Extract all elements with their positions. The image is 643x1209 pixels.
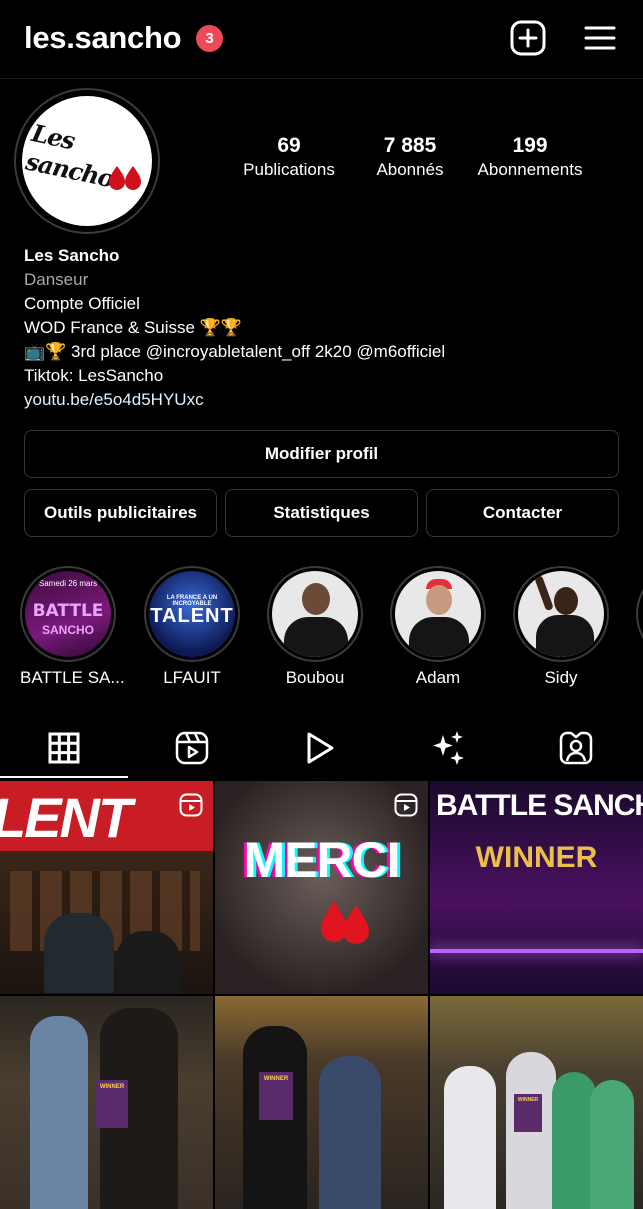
highlight-cover-date: Samedi 26 mars xyxy=(38,579,98,588)
ad-tools-button[interactable]: Outils publicitaires xyxy=(24,489,217,537)
highlight-label: Sidy xyxy=(544,668,578,687)
highlight-cover xyxy=(395,571,481,657)
person-head xyxy=(302,583,330,615)
post-thumbnail[interactable]: BATTLE SANCHO WINNER xyxy=(430,781,643,994)
blood-drops-icon xyxy=(321,901,369,944)
person-figure xyxy=(319,1056,381,1209)
highlight-adam[interactable]: Adam xyxy=(390,566,486,688)
highlight-cover xyxy=(518,571,604,657)
highlight-cover-title: BATTLE xyxy=(32,601,104,621)
bio-line: WOD France & Suisse 🏆🏆 xyxy=(24,318,243,337)
tab-reels[interactable] xyxy=(128,718,256,778)
person-figure xyxy=(44,913,114,993)
bio-line: Tiktok: LesSancho xyxy=(24,366,164,385)
avatar-image: Les sancho xyxy=(22,96,152,226)
followers-count[interactable]: 7 885 Abonnés xyxy=(364,134,456,180)
person-body xyxy=(409,617,469,657)
notification-badge[interactable]: 3 xyxy=(196,25,223,52)
highlight-battle-sancho[interactable]: Samedi 26 mars BATTLE SANCHO BATTLE SA..… xyxy=(20,566,125,688)
contact-button[interactable]: Contacter xyxy=(426,489,619,537)
post-overlay-subtext: WINNER xyxy=(475,841,598,874)
menu-button[interactable] xyxy=(580,18,620,58)
post-overlay-text: MERCI xyxy=(243,832,400,888)
person-body xyxy=(284,617,348,657)
bio-line[interactable]: 📺🏆 3rd place @incroyabletalent_off 2k20 … xyxy=(24,340,445,364)
profile-link[interactable]: youtu.be/e5o4d5HYUxc xyxy=(24,388,445,412)
profile-avatar[interactable]: Les sancho xyxy=(14,88,160,234)
blood-drops-icon xyxy=(109,166,141,190)
plus-square-icon xyxy=(510,20,546,56)
highlight-cover-title: TALENT xyxy=(150,605,234,627)
tab-tagged[interactable] xyxy=(512,718,640,778)
profile-bio: Les Sancho Danseur Compte Officiel WOD F… xyxy=(24,244,445,412)
person-head xyxy=(426,585,452,615)
post-overlay-text: WINNER xyxy=(259,1072,293,1120)
following-count-value: 199 xyxy=(512,134,548,157)
highlight-sidy[interactable]: Sidy xyxy=(513,566,609,688)
insights-button[interactable]: Statistiques xyxy=(225,489,418,537)
person-body xyxy=(536,615,594,657)
edit-profile-button[interactable]: Modifier profil xyxy=(24,430,619,478)
highlight-label: LFAUIT xyxy=(163,668,221,687)
post-thumbnail[interactable]: WINNER xyxy=(215,996,428,1209)
tagged-person-icon xyxy=(559,731,593,765)
profile-category: Danseur xyxy=(24,270,89,289)
person-figure xyxy=(590,1080,634,1209)
highlight-overflow[interactable] xyxy=(636,566,643,662)
tab-videos[interactable] xyxy=(256,718,384,778)
followers-count-value: 7 885 xyxy=(383,134,437,157)
highlight-boubou[interactable]: Boubou xyxy=(267,566,363,688)
post-overlay-text: BATTLE SANCHO xyxy=(436,789,643,822)
tab-collab[interactable] xyxy=(384,718,512,778)
profile-tabs xyxy=(0,718,643,780)
post-thumbnail[interactable]: WINNER xyxy=(430,996,643,1209)
tab-grid[interactable] xyxy=(0,718,128,778)
sparkles-icon xyxy=(433,731,464,765)
post-overlay-text: LENT xyxy=(0,786,132,849)
create-post-button[interactable] xyxy=(508,18,548,58)
person-figure xyxy=(444,1066,496,1209)
light-streak xyxy=(430,949,643,953)
posts-count-label: Publications xyxy=(243,160,335,179)
person-figure xyxy=(30,1016,88,1209)
person-head xyxy=(554,587,578,615)
highlight-cover: LA FRANCE A UN INCROYABLE TALENT xyxy=(149,571,235,657)
following-count[interactable]: 199 Abonnements xyxy=(470,134,590,180)
top-bar: les.sancho 3 xyxy=(0,0,643,79)
highlight-cover-subtitle: SANCHO xyxy=(41,623,94,637)
hamburger-icon xyxy=(584,26,616,50)
play-icon xyxy=(307,732,334,764)
highlight-label: Adam xyxy=(415,668,461,687)
posts-count-value: 69 xyxy=(277,134,301,157)
reels-icon xyxy=(175,731,209,765)
post-overlay-text: WINNER xyxy=(96,1080,128,1128)
grid-icon xyxy=(48,732,80,764)
post-thumbnail[interactable]: WINNER xyxy=(0,996,213,1209)
post-thumbnail[interactable]: LENT xyxy=(0,781,213,994)
posts-count[interactable]: 69 Publications xyxy=(230,134,348,180)
person-arm xyxy=(534,574,554,612)
highlight-cover xyxy=(272,571,358,657)
highlight-lfauit[interactable]: LA FRANCE A UN INCROYABLE TALENT LFAUIT xyxy=(144,566,240,688)
reel-icon xyxy=(394,793,418,817)
profile-name: Les Sancho xyxy=(24,246,120,265)
following-count-label: Abonnements xyxy=(477,160,583,179)
highlight-label: BATTLE SA... xyxy=(20,668,125,687)
bio-line: Compte Officiel xyxy=(24,294,140,313)
post-overlay-text: WINNER xyxy=(514,1094,542,1132)
highlight-label: Boubou xyxy=(285,668,345,687)
followers-count-label: Abonnés xyxy=(376,160,444,179)
highlight-cover: Samedi 26 mars BATTLE SANCHO xyxy=(25,571,111,657)
username-title[interactable]: les.sancho xyxy=(24,20,182,56)
reel-icon xyxy=(179,793,203,817)
post-thumbnail[interactable]: MERCI xyxy=(215,781,428,994)
person-figure xyxy=(116,931,180,994)
active-tab-indicator xyxy=(0,776,128,778)
